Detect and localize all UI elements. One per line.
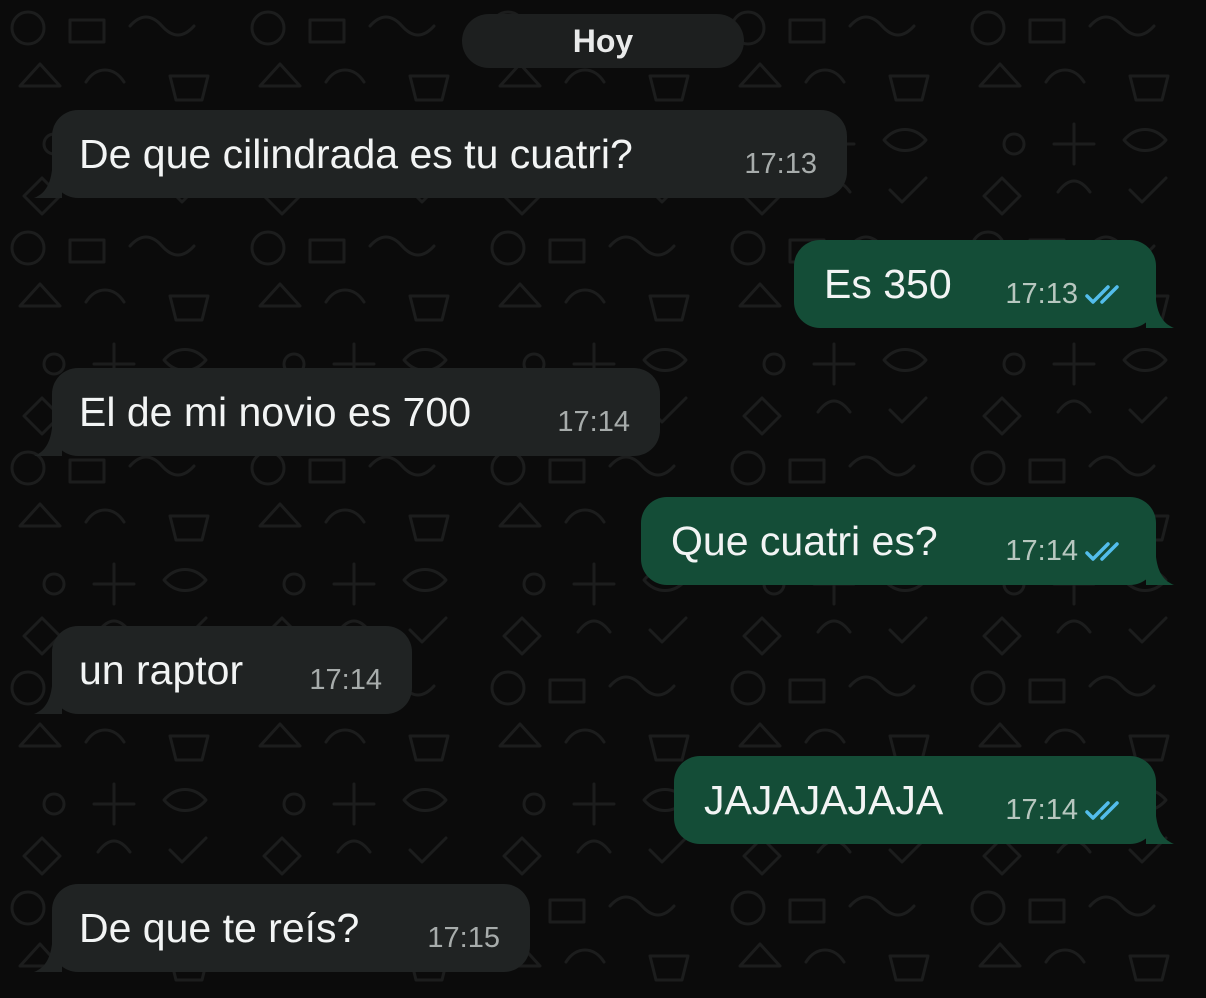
bubble-tail [1146, 557, 1174, 585]
message-time: 17:13 [744, 148, 817, 180]
bubble-tail [34, 686, 62, 714]
bubble-tail [34, 170, 62, 198]
message-bubble-outgoing[interactable]: Que cuatri es? 17:14 [641, 497, 1174, 585]
message-meta: 17:15 [427, 922, 500, 955]
chat-screen: Hoy De que cilindrada es tu cuatri? 17:1… [0, 0, 1206, 998]
message-meta: 17:14 [1005, 535, 1128, 568]
message-meta: 17:14 [557, 406, 630, 439]
message-bubble-incoming[interactable]: un raptor 17:14 [34, 626, 412, 714]
message-bubble-incoming[interactable]: De que cilindrada es tu cuatri? 17:13 [34, 110, 847, 198]
message-bubble-outgoing[interactable]: Es 350 17:13 [794, 240, 1174, 328]
bubble-tail [34, 944, 62, 972]
message-time: 17:13 [1005, 278, 1078, 310]
double-check-icon [1085, 284, 1119, 304]
message-bubble-incoming[interactable]: El de mi novio es 700 17:14 [34, 368, 660, 456]
message-time: 17:14 [1005, 794, 1078, 826]
message-meta: 17:14 [309, 664, 382, 697]
message-text: De que te reís? [79, 904, 360, 951]
message-time: 17:14 [309, 664, 382, 696]
date-separator: Hoy [462, 14, 744, 68]
bubble-tail [1146, 300, 1174, 328]
message-text: un raptor [79, 646, 244, 693]
message-time: 17:14 [1005, 535, 1078, 567]
message-time: 17:15 [427, 922, 500, 954]
message-text: El de mi novio es 700 [79, 388, 472, 435]
message-text: Es 350 [824, 260, 952, 307]
message-text: De que cilindrada es tu cuatri? [79, 130, 633, 177]
message-text: Que cuatri es? [671, 517, 938, 564]
bubble-tail [1146, 816, 1174, 844]
message-bubble-incoming[interactable]: De que te reís? 17:15 [34, 884, 530, 972]
message-bubble-outgoing[interactable]: JAJAJAJAJA 17:14 [674, 756, 1174, 844]
double-check-icon [1085, 800, 1119, 820]
bubble-tail [34, 428, 62, 456]
double-check-icon [1085, 541, 1119, 561]
message-time: 17:14 [557, 406, 630, 438]
message-meta: 17:14 [1005, 794, 1128, 827]
message-meta: 17:13 [744, 148, 817, 181]
message-text: JAJAJAJAJA [704, 776, 944, 823]
message-meta: 17:13 [1005, 278, 1128, 311]
